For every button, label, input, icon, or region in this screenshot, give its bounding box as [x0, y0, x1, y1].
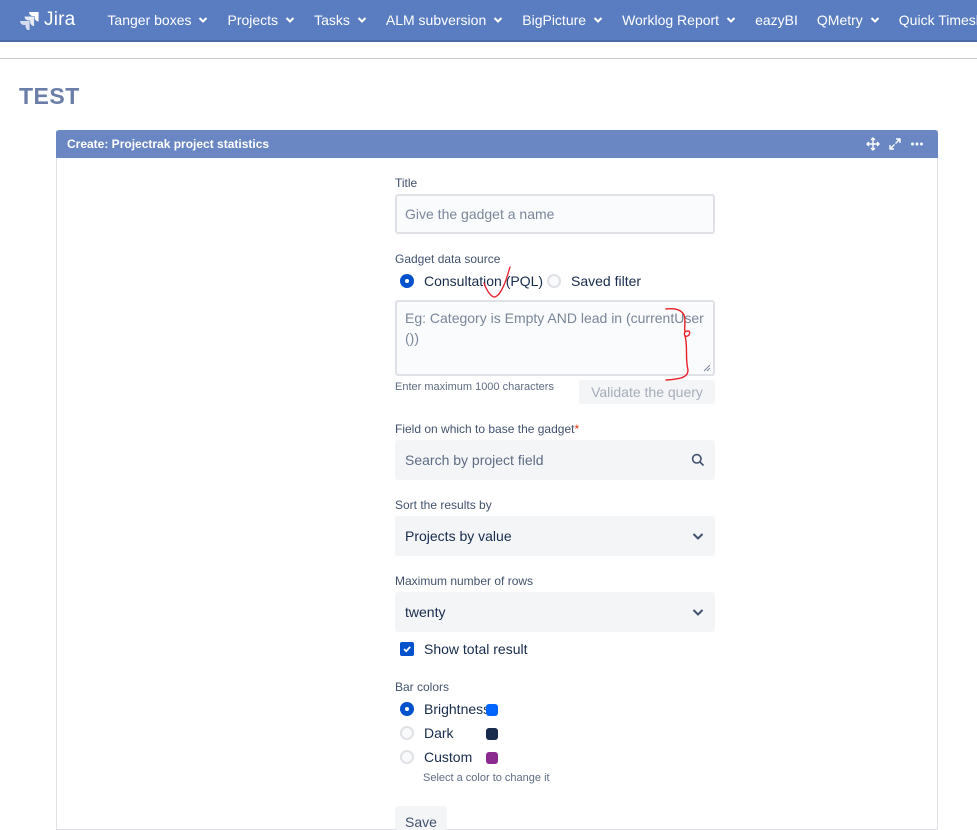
chevron-down-icon [692, 533, 704, 540]
title-placeholder: Give the gadget a name [405, 206, 555, 222]
more-icon[interactable] [909, 136, 924, 151]
expand-icon[interactable] [887, 136, 902, 151]
chevron-down-icon [692, 609, 704, 616]
nav-label: Tanger boxes [107, 12, 192, 28]
chevron-down-icon [726, 17, 736, 23]
nav-label: Worklog Report [622, 12, 720, 28]
jira-logo-text: Jira [44, 9, 76, 30]
checkbox-label: Show total result [424, 641, 528, 657]
chevron-down-icon [357, 17, 367, 23]
custom-color-swatch[interactable] [486, 752, 498, 764]
show-total-checkbox[interactable]: Show total result [400, 641, 528, 657]
sort-select[interactable]: Projects by value [395, 516, 715, 556]
top-navigation-bar: Jira Tanger boxes Projects Tasks ALM sub… [0, 0, 977, 42]
chevron-down-icon [593, 17, 603, 23]
color-hint: Select a color to change it [423, 772, 550, 784]
move-icon[interactable] [865, 136, 880, 151]
jira-logo[interactable]: Jira [20, 9, 75, 31]
radio-unselected-icon [400, 726, 414, 740]
resize-handle-icon[interactable] [703, 364, 711, 372]
radio-consultation-pql[interactable]: Consultation (PQL) [400, 273, 543, 289]
radio-label: Saved filter [571, 273, 642, 289]
chevron-down-icon [285, 17, 295, 23]
search-icon [691, 453, 705, 467]
radio-dark[interactable]: Dark [400, 725, 454, 741]
field-label-text: Field on which to base the gadget [395, 422, 575, 436]
checkbox-checked-icon [400, 642, 414, 656]
nav-label: ALM subversion [385, 12, 487, 28]
sort-value: Projects by value [405, 528, 512, 544]
radio-label: Consultation (PQL) [424, 273, 544, 289]
radio-custom[interactable]: Custom [400, 749, 472, 765]
nav-label: Quick Timesheets [898, 12, 977, 28]
data-source-label: Gadget data source [395, 252, 501, 266]
brightness-color-swatch[interactable] [486, 704, 498, 716]
pql-query-textarea[interactable]: Eg: Category is Empty AND lead in (curre… [395, 300, 715, 376]
radio-brightness[interactable]: Brightness [400, 701, 490, 717]
gadget-header: Create: Projectrak project statistics [56, 130, 938, 158]
gadget-toolbar [865, 136, 924, 151]
title-label: Title [395, 176, 418, 190]
nav-label: BigPicture [522, 12, 587, 28]
rows-value: twenty [405, 604, 446, 620]
validate-query-button[interactable]: Validate the query [579, 380, 715, 404]
nav-projects[interactable]: Projects [227, 12, 295, 28]
field-label: Field on which to base the gadget* [395, 422, 579, 436]
radio-unselected-icon [547, 274, 561, 288]
nav-tanger-boxes[interactable]: Tanger boxes [107, 12, 208, 28]
radio-saved-filter[interactable]: Saved filter [547, 273, 641, 289]
nav-alm-subversion[interactable]: ALM subversion [386, 12, 503, 28]
nav-label: QMetry [816, 12, 863, 28]
gadget-title: Create: Projectrak project statistics [67, 137, 270, 151]
header-divider [0, 58, 977, 59]
chevron-down-icon [494, 17, 503, 23]
gadget-panel: Title Give the gadget a name Gadget data… [56, 130, 938, 830]
nav-quick-timesheets[interactable]: Quick Timesheets [899, 12, 977, 28]
sort-label: Sort the results by [395, 498, 492, 512]
radio-selected-icon [400, 274, 414, 288]
nav-qmetry[interactable]: QMetry [817, 12, 880, 28]
radio-unselected-icon [400, 750, 414, 764]
jira-logo-icon [20, 12, 39, 30]
chevron-down-icon [870, 17, 879, 23]
query-hint: Enter maximum 1000 characters [395, 381, 554, 393]
field-search-placeholder: Search by project field [405, 452, 544, 468]
nav-label: eazyBI [755, 12, 798, 28]
title-input[interactable]: Give the gadget a name [395, 194, 715, 234]
nav-worklog-report[interactable]: Worklog Report [622, 12, 736, 28]
rows-select[interactable]: twenty [395, 592, 715, 632]
rows-label: Maximum number of rows [395, 574, 534, 588]
radio-label: Brightness [424, 701, 491, 717]
radio-selected-icon [400, 702, 414, 716]
query-placeholder: Eg: Category is Empty AND lead in (curre… [405, 310, 704, 346]
radio-label: Custom [424, 749, 473, 765]
nav-bigpicture[interactable]: BigPicture [522, 12, 603, 28]
required-marker: * [574, 422, 580, 436]
page-title: TEST [19, 83, 80, 109]
dark-color-swatch[interactable] [486, 728, 498, 740]
project-field-search[interactable]: Search by project field [395, 440, 715, 480]
nav-label: Tasks [314, 12, 350, 28]
save-button[interactable]: Save [395, 806, 447, 830]
nav-label: Projects [227, 12, 279, 28]
nav-tasks[interactable]: Tasks [314, 12, 367, 28]
bar-colors-label: Bar colors [395, 680, 450, 694]
chevron-down-icon [199, 17, 208, 23]
nav-eazybi[interactable]: eazyBI [755, 12, 798, 28]
radio-label: Dark [424, 725, 454, 741]
